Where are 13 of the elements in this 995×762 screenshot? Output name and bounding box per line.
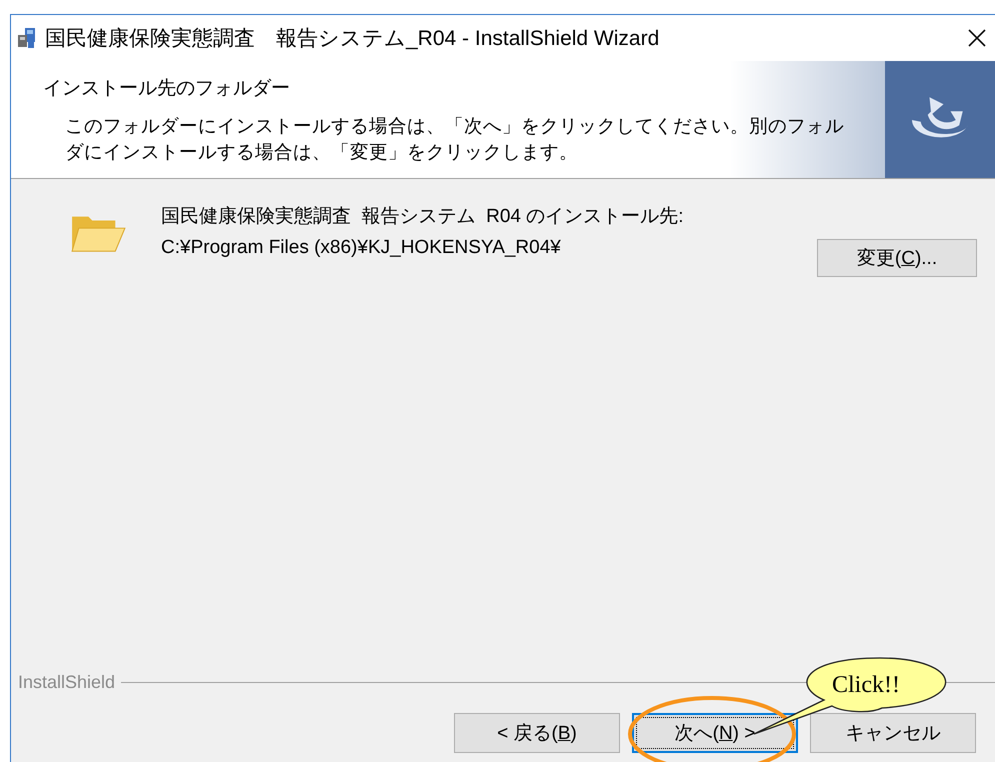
destination-path: C:¥Program Files (x86)¥KJ_HOKENSYA_R04¥ bbox=[161, 236, 562, 260]
wizard-button[interactable]: キャンセル bbox=[810, 713, 976, 753]
installer-icon bbox=[17, 27, 37, 49]
page-title: インストール先のフォルダー bbox=[43, 77, 291, 101]
window-title: 国民健康保険実態調査 報告システム_R04 - InstallShield Wizard bbox=[45, 26, 660, 52]
close-icon[interactable] bbox=[967, 28, 987, 48]
wizard-button[interactable]: 次へ(N) > bbox=[632, 713, 798, 753]
callout-text: Click!! bbox=[832, 672, 900, 699]
change-button[interactable]: 変更(C)... bbox=[817, 239, 977, 277]
brand-label: InstallShield bbox=[18, 672, 116, 693]
wizard-button[interactable]: < 戻る(B) bbox=[454, 713, 620, 753]
destination-label: 国民健康保険実態調査 報告システム R04 のインストール先: bbox=[161, 205, 685, 229]
page-description: このフォルダーにインストールする場合は、「次へ」をクリックしてください。別のフォルダにインストールする場合は、「変更」をクリックします。 bbox=[65, 114, 845, 164]
